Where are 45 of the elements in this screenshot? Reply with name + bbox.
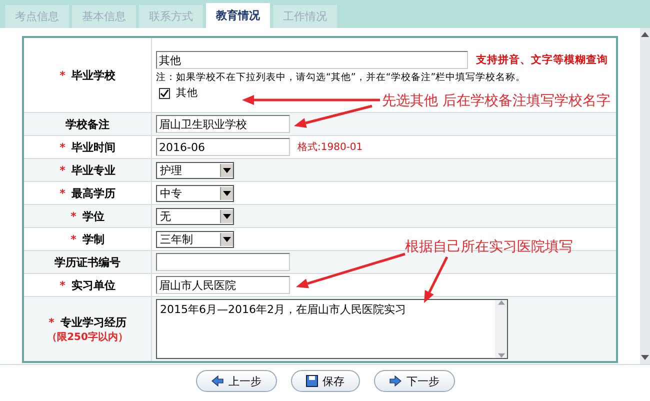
field-label: 学制 <box>82 232 104 246</box>
field-note: 注：如果学校不在下拉列表中，请勾选“其他”，并在“学校备注”栏中填写学校名称。 <box>156 71 527 84</box>
input-field[interactable]: 眉山卫生职业学校 <box>156 115 290 133</box>
scroll-up-icon[interactable] <box>641 32 649 37</box>
field-label: 专业学习经历 <box>60 316 126 328</box>
field-label: 最高学历 <box>71 186 116 200</box>
left-arrow-icon <box>210 375 224 387</box>
required-mark: * <box>48 316 54 328</box>
required-mark: * <box>60 186 66 200</box>
text-area[interactable]: 2015年6月—2016年2月，在眉山市人民医院实习 <box>156 299 508 359</box>
input-field[interactable]: 2016-06 <box>156 138 290 156</box>
scroll-down-icon[interactable] <box>641 355 649 360</box>
field-label: 学历证书编号 <box>54 256 120 268</box>
dropdown[interactable]: 护理 <box>156 162 234 178</box>
dropdown[interactable]: 无 <box>156 208 234 224</box>
field-label: 毕业学校 <box>71 68 116 82</box>
required-mark: * <box>60 164 66 176</box>
checkbox-label: 其他 <box>176 86 198 100</box>
input-field[interactable]: 眉山市人民医院 <box>156 276 290 294</box>
field-label: 毕业专业 <box>71 164 116 176</box>
annotation-text: 根据自己所在实习医院填写 <box>405 238 573 256</box>
nav-button[interactable]: 下一步 <box>374 370 454 392</box>
nav-button[interactable]: 保存 <box>290 370 360 392</box>
field-label: 实习单位 <box>71 278 116 292</box>
scrollbar[interactable] <box>640 28 650 364</box>
field-sublabel: （限250字以内） <box>46 330 129 344</box>
dropdown[interactable]: 三年制 <box>156 230 234 248</box>
field-label: 学校备注 <box>66 118 110 130</box>
required-mark: * <box>70 210 76 222</box>
right-arrow-icon <box>388 375 402 387</box>
format-hint: 格式:1980-01 <box>298 142 363 154</box>
field-label: 学位 <box>82 210 104 222</box>
tab[interactable]: 教育情况 <box>206 3 270 28</box>
dropdown[interactable]: 中专 <box>156 184 234 202</box>
field-hint: 支持拼音、文字等模糊查询 <box>476 54 608 66</box>
input-field[interactable]: 其他 <box>156 51 468 69</box>
required-mark: * <box>60 68 66 82</box>
required-mark: * <box>60 140 66 154</box>
required-mark: * <box>60 278 66 292</box>
nav-button[interactable]: 上一步 <box>196 370 276 392</box>
input-field[interactable] <box>156 253 290 271</box>
checkbox[interactable] <box>159 88 170 98</box>
required-mark: * <box>70 232 76 246</box>
annotation-text: 先选其他 后在学校备注填写学校名字 <box>382 92 610 110</box>
field-label: 毕业时间 <box>71 140 116 154</box>
